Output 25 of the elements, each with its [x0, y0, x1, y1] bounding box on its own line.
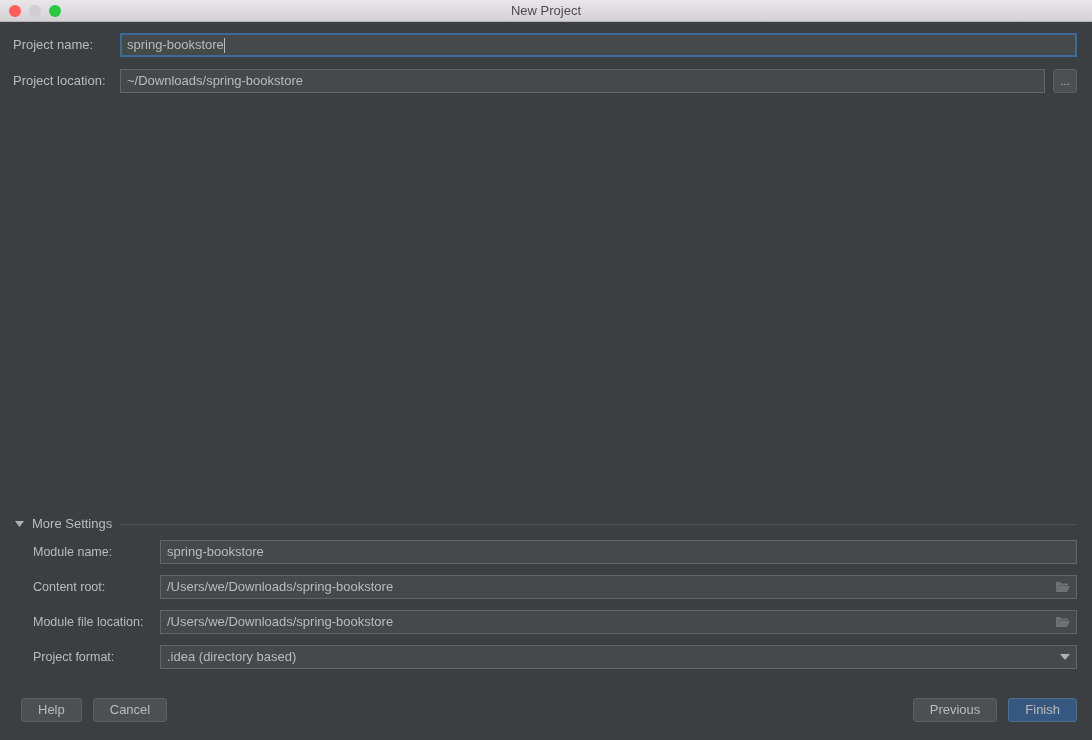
folder-icon[interactable]: [1055, 616, 1070, 628]
browse-button[interactable]: ...: [1053, 69, 1077, 93]
folder-icon[interactable]: [1055, 581, 1070, 593]
text-field[interactable]: /Users/we/Downloads/spring-bookstore: [160, 610, 1077, 634]
dialog-button[interactable]: Cancel: [92, 698, 168, 722]
dialog-button[interactable]: Help: [21, 698, 82, 722]
text-field[interactable]: ~/Downloads/spring-bookstore: [120, 69, 1045, 93]
zoom-icon[interactable]: [49, 4, 61, 17]
field-label: Content root:: [33, 578, 107, 596]
field-label: Module file location:: [33, 613, 145, 631]
close-icon[interactable]: [9, 4, 21, 17]
dialog-button[interactable]: Finish: [1008, 698, 1077, 722]
field-label: Project format:: [33, 648, 116, 666]
field-label: Module name:: [33, 543, 114, 561]
format-dropdown[interactable]: .idea (directory based): [160, 645, 1077, 669]
window-title: New Project: [510, 1, 582, 20]
text-field[interactable]: spring-bookstore: [160, 540, 1077, 564]
text-field[interactable]: /Users/we/Downloads/spring-bookstore: [160, 575, 1077, 599]
more-settings-toggle[interactable]: More Settings: [15, 514, 113, 534]
field-label: Project location:: [13, 72, 107, 91]
caret-icon: [1060, 654, 1070, 660]
text-field[interactable]: spring-bookstore: [120, 33, 1077, 57]
triangle-down-icon: [15, 521, 24, 527]
dialog-button[interactable]: Previous: [912, 698, 998, 722]
field-label: Project name:: [13, 36, 95, 55]
